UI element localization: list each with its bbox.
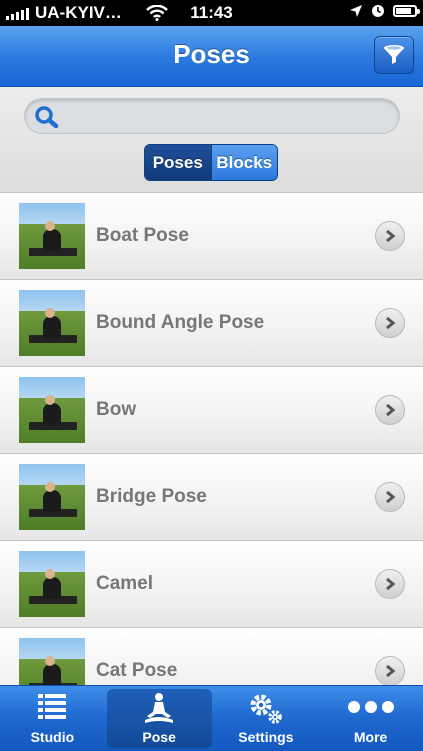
list-icon xyxy=(38,694,67,719)
tab-label: Pose xyxy=(142,729,176,745)
tab-bar: Studio Pose Settings More xyxy=(0,685,423,751)
chevron-right-icon xyxy=(386,664,396,678)
pose-thumbnail xyxy=(19,290,85,356)
disclosure-button[interactable] xyxy=(375,482,405,512)
tab-pose[interactable]: Pose xyxy=(106,689,212,748)
disclosure-button[interactable] xyxy=(375,656,405,685)
pose-name: Boat Pose xyxy=(96,225,189,246)
alarm-clock-icon xyxy=(372,5,384,17)
pose-thumbnail xyxy=(19,638,85,685)
tab-label: Studio xyxy=(30,729,75,745)
list-item[interactable]: Bound Angle Pose xyxy=(0,280,423,367)
pose-thumbnail xyxy=(19,377,85,443)
segment-poses[interactable]: Poses xyxy=(145,145,212,180)
pose-name: Bound Angle Pose xyxy=(96,312,265,333)
pose-name: Cat Pose xyxy=(96,660,178,681)
gears-icon xyxy=(250,694,282,724)
pose-thumbnail xyxy=(19,203,85,269)
search-field[interactable] xyxy=(24,98,400,134)
search-input[interactable] xyxy=(67,104,391,130)
more-icon xyxy=(347,701,394,713)
disclosure-button[interactable] xyxy=(375,308,405,338)
filter-button[interactable] xyxy=(374,36,414,74)
location-arrow-icon xyxy=(350,5,362,17)
disclosure-button[interactable] xyxy=(375,395,405,425)
filter-funnel-icon xyxy=(384,45,404,64)
tab-settings[interactable]: Settings xyxy=(214,686,319,751)
status-bar: UA-KYIV… 11:43 xyxy=(0,0,423,26)
battery-icon xyxy=(393,5,420,17)
chevron-right-icon xyxy=(386,316,396,330)
chevron-right-icon xyxy=(386,490,396,504)
pose-thumbnail xyxy=(19,551,85,617)
nav-bar: Poses xyxy=(0,26,423,87)
list-item[interactable]: Bow xyxy=(0,367,423,454)
pose-name: Camel xyxy=(96,573,154,594)
list-item[interactable]: Bridge Pose xyxy=(0,454,423,541)
search-icon xyxy=(35,106,59,129)
pose-list: Boat Pose Bound Angle Pose Bow Bridge Po… xyxy=(0,193,423,685)
pose-name: Bow xyxy=(96,399,137,420)
pose-name: Bridge Pose xyxy=(96,486,207,507)
list-item[interactable]: Boat Pose xyxy=(0,193,423,280)
chevron-right-icon xyxy=(386,229,396,243)
tab-more[interactable]: More xyxy=(318,686,423,751)
search-area: Poses Blocks xyxy=(0,87,423,193)
chevron-right-icon xyxy=(386,403,396,417)
tab-studio[interactable]: Studio xyxy=(0,686,105,751)
list-item[interactable]: Cat Pose xyxy=(0,628,423,685)
chevron-right-icon xyxy=(386,577,396,591)
tab-label: More xyxy=(353,729,388,745)
page-title: Poses xyxy=(173,39,250,69)
tab-label: Settings xyxy=(238,729,294,745)
disclosure-button[interactable] xyxy=(375,569,405,599)
pose-thumbnail xyxy=(19,464,85,530)
poses-blocks-segmented-control: Poses Blocks xyxy=(144,144,278,181)
disclosure-button[interactable] xyxy=(375,221,405,251)
segment-blocks[interactable]: Blocks xyxy=(211,145,277,180)
meditation-icon xyxy=(145,693,174,723)
list-item[interactable]: Camel xyxy=(0,541,423,628)
status-right xyxy=(349,4,420,18)
